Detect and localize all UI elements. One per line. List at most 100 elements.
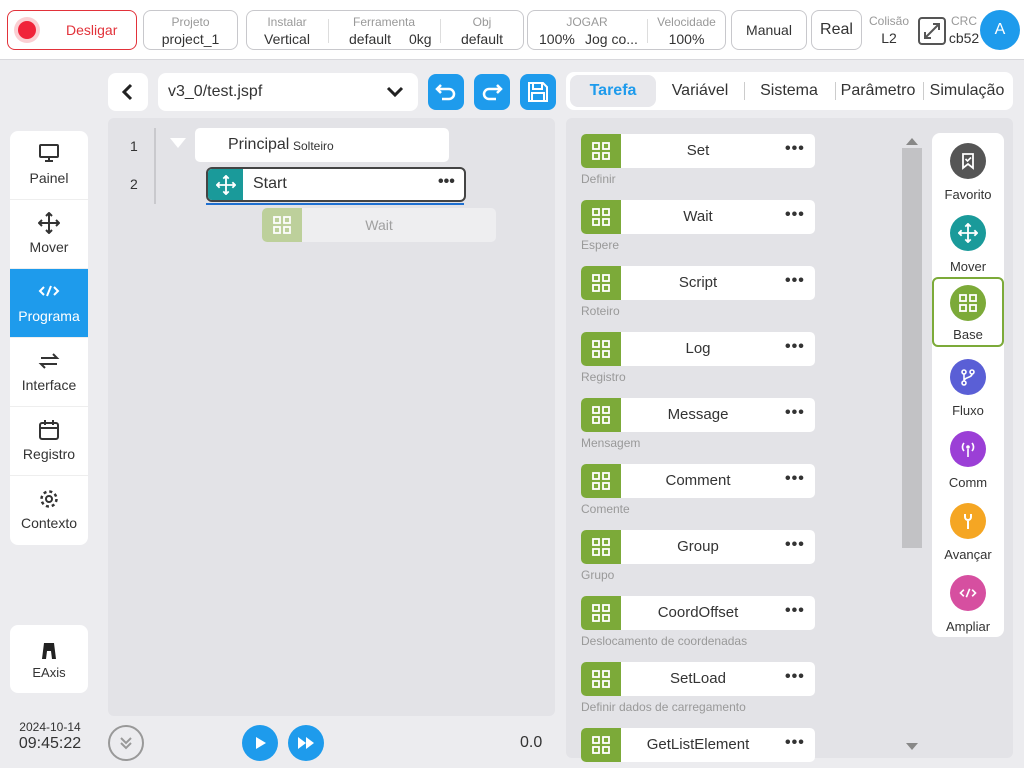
collapse-triangle-icon[interactable]	[168, 136, 188, 150]
category-comm[interactable]: Comm	[932, 425, 1004, 495]
expand-icon[interactable]	[917, 16, 947, 46]
obj-selector[interactable]: Obj default	[441, 11, 523, 49]
install-tool-obj-group: Instalar Vertical Ferramenta default 0kg…	[246, 10, 524, 50]
scroll-down-button[interactable]	[108, 725, 144, 761]
category-favorito[interactable]: Favorito	[932, 137, 1004, 207]
grid-icon	[592, 736, 610, 754]
jog-selector[interactable]: JOGAR 100% Jog co...	[528, 11, 646, 49]
back-button[interactable]	[108, 73, 148, 111]
power-off-button[interactable]: Desligar	[7, 10, 137, 50]
speed-label: Velocidade	[657, 15, 716, 29]
category-label: Fluxo	[952, 403, 984, 418]
manual-mode-button[interactable]: Manual	[731, 10, 807, 50]
manual-mode-label: Manual	[746, 22, 792, 38]
tab-sistema[interactable]: Sistema	[750, 75, 828, 107]
category-ampliar[interactable]: Ampliar	[932, 569, 1004, 639]
obj-value: default	[460, 31, 504, 47]
user-avatar[interactable]: A	[980, 10, 1020, 50]
task-scrollbar[interactable]	[902, 138, 922, 750]
task-card-setload[interactable]: SetLoad •••	[581, 662, 815, 696]
eaxis-button[interactable]: EAxis	[10, 625, 88, 693]
more-icon[interactable]: •••	[785, 668, 805, 686]
jog-mode: Jog co...	[585, 31, 638, 47]
file-select[interactable]: v3_0/test.jspf	[158, 73, 418, 111]
more-icon[interactable]: •••	[785, 272, 805, 290]
start-node-icon-box	[208, 169, 243, 200]
project-label: Projeto	[171, 15, 210, 29]
save-button[interactable]	[520, 74, 556, 110]
tree-guide-line	[154, 128, 156, 204]
sidebar-item-mover[interactable]: Mover	[10, 200, 88, 269]
task-card-group[interactable]: Group •••	[581, 530, 815, 564]
task-card-script[interactable]: Script •••	[581, 266, 815, 300]
more-icon[interactable]: •••	[438, 173, 455, 191]
tab-parametro[interactable]: Parâmetro	[838, 75, 918, 107]
install-value: Vertical	[264, 31, 310, 47]
task-card-set[interactable]: Set •••	[581, 134, 815, 168]
redo-button[interactable]	[474, 74, 510, 110]
grid-icon	[592, 406, 610, 424]
sidebar-item-painel[interactable]: Painel	[10, 131, 88, 200]
grid-icon	[950, 285, 986, 321]
collision-status[interactable]: Colisão L2	[866, 12, 912, 48]
scroll-up-icon[interactable]	[905, 136, 919, 146]
sidebar-item-programa[interactable]: Programa	[10, 269, 88, 338]
grid-icon	[592, 340, 610, 358]
step-forward-button[interactable]	[288, 725, 324, 761]
undo-icon	[435, 84, 456, 101]
task-description: Espere	[581, 238, 620, 252]
more-icon[interactable]: •••	[785, 536, 805, 554]
category-mover[interactable]: Mover	[932, 209, 1004, 279]
task-name: Group	[677, 538, 719, 555]
task-card-wait[interactable]: Wait •••	[581, 200, 815, 234]
power-indicator-icon	[18, 21, 36, 39]
project-selector[interactable]: Projeto project_1	[143, 10, 238, 50]
category-avancar[interactable]: Avançar	[932, 497, 1004, 567]
sidebar-item-interface[interactable]: Interface	[10, 338, 88, 407]
sidebar-item-registro[interactable]: Registro	[10, 407, 88, 476]
chevrons-down-icon	[120, 737, 132, 750]
task-card-getlistelement[interactable]: GetListElement •••	[581, 728, 815, 762]
task-description: Roteiro	[581, 304, 620, 318]
speed-selector[interactable]: Velocidade 100%	[648, 11, 725, 49]
sidebar-item-contexto[interactable]: Contexto	[10, 476, 88, 545]
task-card-comment[interactable]: Comment •••	[581, 464, 815, 498]
sidebar-item-label: Programa	[18, 308, 80, 324]
task-description: Definir dados de carregamento	[581, 700, 746, 714]
task-name: CoordOffset	[657, 604, 739, 621]
grid-icon	[592, 670, 610, 688]
tab-simulacao[interactable]: Simulação	[926, 75, 1008, 107]
task-card-log[interactable]: Log •••	[581, 332, 815, 366]
start-node[interactable]: Start •••	[206, 167, 466, 202]
more-icon[interactable]: •••	[785, 734, 805, 752]
more-icon[interactable]: •••	[785, 140, 805, 158]
more-icon[interactable]: •••	[785, 602, 805, 620]
task-description: Grupo	[581, 568, 615, 582]
category-base[interactable]: Base	[932, 277, 1004, 347]
install-selector[interactable]: Instalar Vertical	[247, 11, 327, 49]
task-name: Script	[678, 274, 718, 291]
task-name: SetLoad	[670, 670, 726, 687]
tab-tarefa[interactable]: Tarefa	[570, 75, 656, 107]
tab-variavel[interactable]: Variável	[662, 75, 738, 107]
tool-selector[interactable]: Ferramenta default 0kg	[329, 11, 439, 49]
time-text: 09:45:22	[18, 735, 82, 752]
scroll-down-icon[interactable]	[905, 742, 919, 752]
category-fluxo[interactable]: Fluxo	[932, 353, 1004, 423]
undo-button[interactable]	[428, 74, 464, 110]
task-card-message[interactable]: Message •••	[581, 398, 815, 432]
scrollbar-thumb[interactable]	[902, 148, 922, 548]
run-button[interactable]	[242, 725, 278, 761]
file-name: v3_0/test.jspf	[168, 83, 263, 100]
real-mode-label: Real	[820, 21, 853, 38]
task-card-coordoffset[interactable]: CoordOffset •••	[581, 596, 815, 630]
more-icon[interactable]: •••	[785, 470, 805, 488]
grid-icon	[592, 142, 610, 160]
more-icon[interactable]: •••	[785, 404, 805, 422]
program-root-node[interactable]: Principal Solteiro	[195, 128, 449, 162]
project-value: project_1	[161, 31, 220, 47]
more-icon[interactable]: •••	[785, 338, 805, 356]
real-mode-button[interactable]: Real	[811, 10, 862, 50]
root-node-tag: Solteiro	[293, 139, 334, 153]
more-icon[interactable]: •••	[785, 206, 805, 224]
